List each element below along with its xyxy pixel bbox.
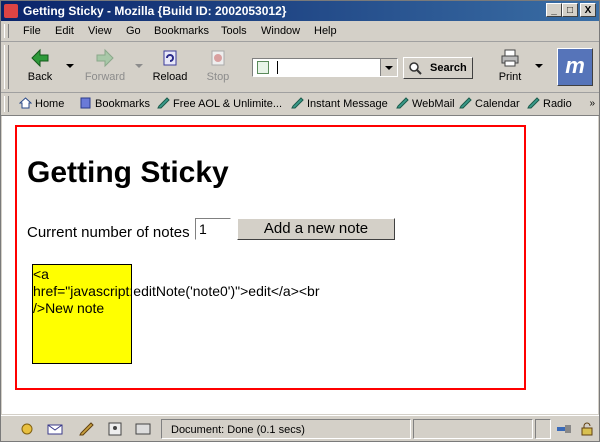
search-icon [409, 62, 422, 75]
forward-label: Forward [84, 71, 126, 83]
forward-arrow-icon [96, 48, 114, 68]
maximize-button[interactable]: □ [562, 3, 578, 17]
menu-go[interactable]: Go [126, 25, 141, 37]
bookmark-link-icon [527, 97, 540, 109]
print-label: Print [498, 71, 522, 83]
menubar-grip[interactable] [4, 24, 9, 38]
personal-bookmarks-label: Bookmarks [95, 98, 151, 110]
menu-file[interactable]: File [23, 25, 41, 37]
personal-calendar-label: Calendar [475, 98, 520, 110]
stop-label: Stop [206, 71, 230, 83]
browser-window: Getting Sticky - Mozilla {Build ID: 2002… [0, 0, 600, 442]
menu-bookmarks[interactable]: Bookmarks [154, 25, 209, 37]
bookmark-link-icon [459, 97, 472, 109]
window-title: Getting Sticky - Mozilla {Build ID: 2002… [23, 4, 287, 18]
menu-view[interactable]: View [88, 25, 112, 37]
note-count-label: Current number of notes [27, 224, 190, 241]
url-history-dropdown[interactable] [380, 59, 397, 76]
progress-panel [413, 419, 533, 439]
page-content: Getting Sticky Current number of notes A… [2, 116, 598, 414]
url-bar[interactable] [252, 58, 398, 77]
personal-toolbar: Home Bookmarks Free AOL & Unlimite... In… [1, 93, 599, 116]
text-caret [277, 61, 278, 74]
add-note-button[interactable]: Add a new note [237, 218, 395, 240]
personal-home-label: Home [35, 98, 65, 110]
menu-window[interactable]: Window [261, 25, 300, 37]
status-text: Document: Done (0.1 secs) [171, 424, 305, 436]
bookmark-link-icon [396, 97, 409, 109]
security-panel [535, 419, 551, 439]
menu-tools[interactable]: Tools [221, 25, 247, 37]
stop-icon [211, 50, 225, 66]
bookmark-link-icon [157, 97, 170, 109]
bookmark-link-icon [291, 97, 304, 109]
back-dropdown-icon[interactable] [66, 64, 74, 68]
composer-icon[interactable] [79, 422, 95, 436]
reload-label: Reload [152, 71, 188, 83]
navigator-icon[interactable] [19, 422, 35, 436]
minimize-button[interactable]: _ [546, 3, 562, 17]
personal-radio-label: Radio [543, 98, 572, 110]
back-label: Back [27, 71, 53, 83]
bookmarks-icon [80, 97, 91, 109]
title-bar[interactable]: Getting Sticky - Mozilla {Build ID: 2002… [1, 1, 599, 21]
sticky-note-text: <a href="javascript:editNote('note0')">e… [33, 266, 320, 316]
page-proxy-icon[interactable] [257, 61, 269, 74]
lock-icon[interactable] [579, 422, 595, 436]
personal-radio[interactable]: Radio [527, 97, 572, 110]
navbar-grip[interactable] [4, 45, 9, 89]
print-button[interactable]: Print [489, 46, 531, 88]
personal-instant-message-label: Instant Message [307, 98, 388, 110]
chatzilla-icon[interactable] [135, 422, 151, 436]
mozilla-throbber[interactable]: m [557, 48, 593, 86]
address-book-icon[interactable] [107, 422, 123, 436]
app-icon [4, 4, 18, 18]
search-button[interactable]: Search [403, 57, 473, 79]
personal-free-aol-label: Free AOL & Unlimite... [173, 98, 283, 110]
stop-button[interactable]: Stop [197, 46, 239, 88]
forward-dropdown-icon[interactable] [135, 64, 143, 68]
close-button[interactable]: X [580, 3, 596, 17]
forward-button[interactable]: Forward [81, 46, 129, 88]
printer-icon [501, 49, 519, 67]
chevron-right-icon[interactable]: » [589, 98, 595, 109]
online-plug-icon[interactable] [555, 422, 575, 436]
personal-webmail[interactable]: WebMail [396, 97, 455, 110]
personal-instant-message[interactable]: Instant Message [291, 97, 388, 110]
mail-icon[interactable] [47, 422, 63, 436]
note-count-field[interactable] [195, 218, 231, 240]
menu-help[interactable]: Help [314, 25, 337, 37]
personal-toolbar-grip[interactable] [4, 96, 9, 112]
page-heading: Getting Sticky [27, 156, 229, 189]
personal-webmail-label: WebMail [412, 98, 455, 110]
reload-icon [163, 50, 177, 66]
menu-bar: File Edit View Go Bookmarks Tools Window… [1, 21, 599, 42]
personal-free-aol[interactable]: Free AOL & Unlimite... [157, 97, 282, 110]
personal-bookmarks[interactable]: Bookmarks [79, 97, 150, 110]
back-arrow-icon [31, 48, 49, 68]
reload-button[interactable]: Reload [149, 46, 191, 88]
home-icon [19, 97, 32, 109]
status-bar: Document: Done (0.1 secs) [1, 415, 599, 442]
menu-edit[interactable]: Edit [55, 25, 74, 37]
personal-calendar[interactable]: Calendar [459, 97, 520, 110]
search-label: Search [430, 62, 467, 74]
print-dropdown-icon[interactable] [535, 64, 543, 68]
back-button[interactable]: Back [19, 46, 61, 88]
mozilla-logo: m [565, 53, 585, 78]
personal-home[interactable]: Home [19, 97, 64, 110]
